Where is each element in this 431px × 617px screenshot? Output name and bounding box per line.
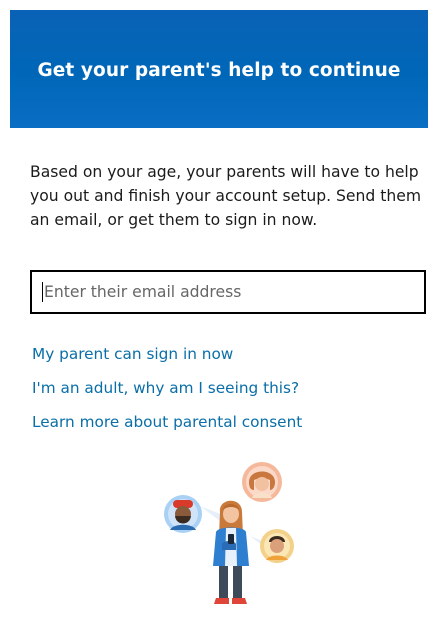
mother-avatar-icon (242, 462, 282, 502)
help-links: My parent can sign in now I'm an adult, … (32, 343, 428, 445)
email-field-container[interactable] (30, 270, 426, 314)
parent-email-input[interactable] (43, 277, 404, 307)
adult-question-link[interactable]: I'm an adult, why am I seeing this? (32, 377, 428, 399)
parent-sign-in-link[interactable]: My parent can sign in now (32, 343, 428, 365)
second-parent-avatar-icon (260, 529, 294, 563)
parental-consent-page: Get your parent's help to continue Based… (0, 0, 431, 617)
father-avatar-icon (164, 495, 202, 533)
family-illustration-icon (164, 462, 294, 604)
parental-consent-info-link[interactable]: Learn more about parental consent (32, 411, 428, 433)
page-title: Get your parent's help to continue (37, 59, 401, 81)
consent-description: Based on your age, your parents will hav… (30, 163, 422, 229)
header-banner: Get your parent's help to continue (10, 10, 428, 128)
